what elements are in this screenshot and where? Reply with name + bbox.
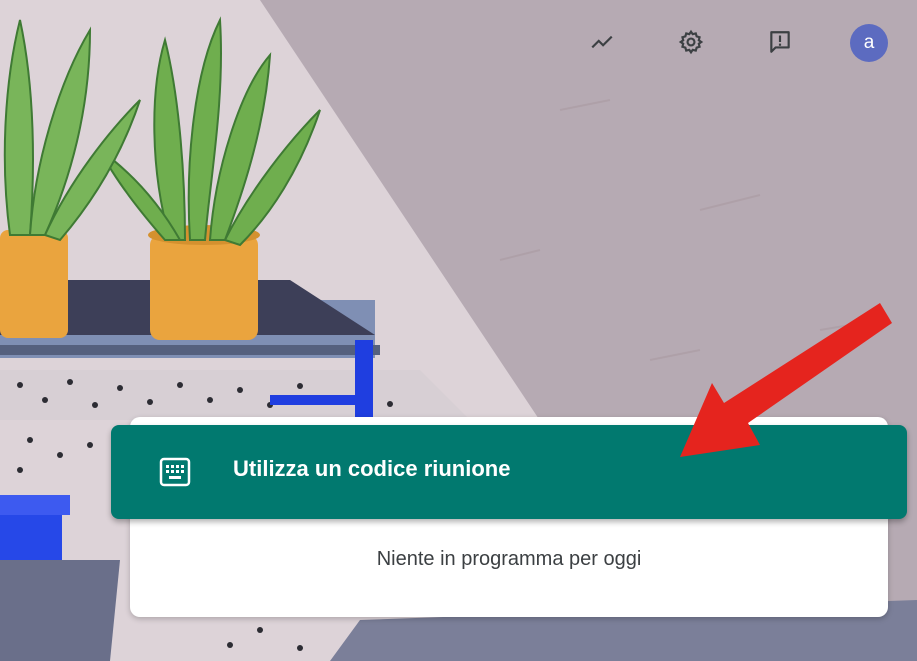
feedback-icon[interactable] (760, 22, 800, 62)
empty-schedule-message: Niente in programma per oggi (376, 548, 642, 570)
avatar[interactable]: a (850, 24, 888, 62)
gear-icon[interactable] (671, 22, 711, 62)
join-with-code-label: Utilizza un codice riunione (233, 456, 511, 481)
trend-icon[interactable] (582, 22, 622, 62)
keyboard-icon (159, 457, 191, 487)
join-with-code-button[interactable]: Utilizza un codice riunione (111, 425, 907, 519)
avatar-letter: a (863, 32, 875, 53)
